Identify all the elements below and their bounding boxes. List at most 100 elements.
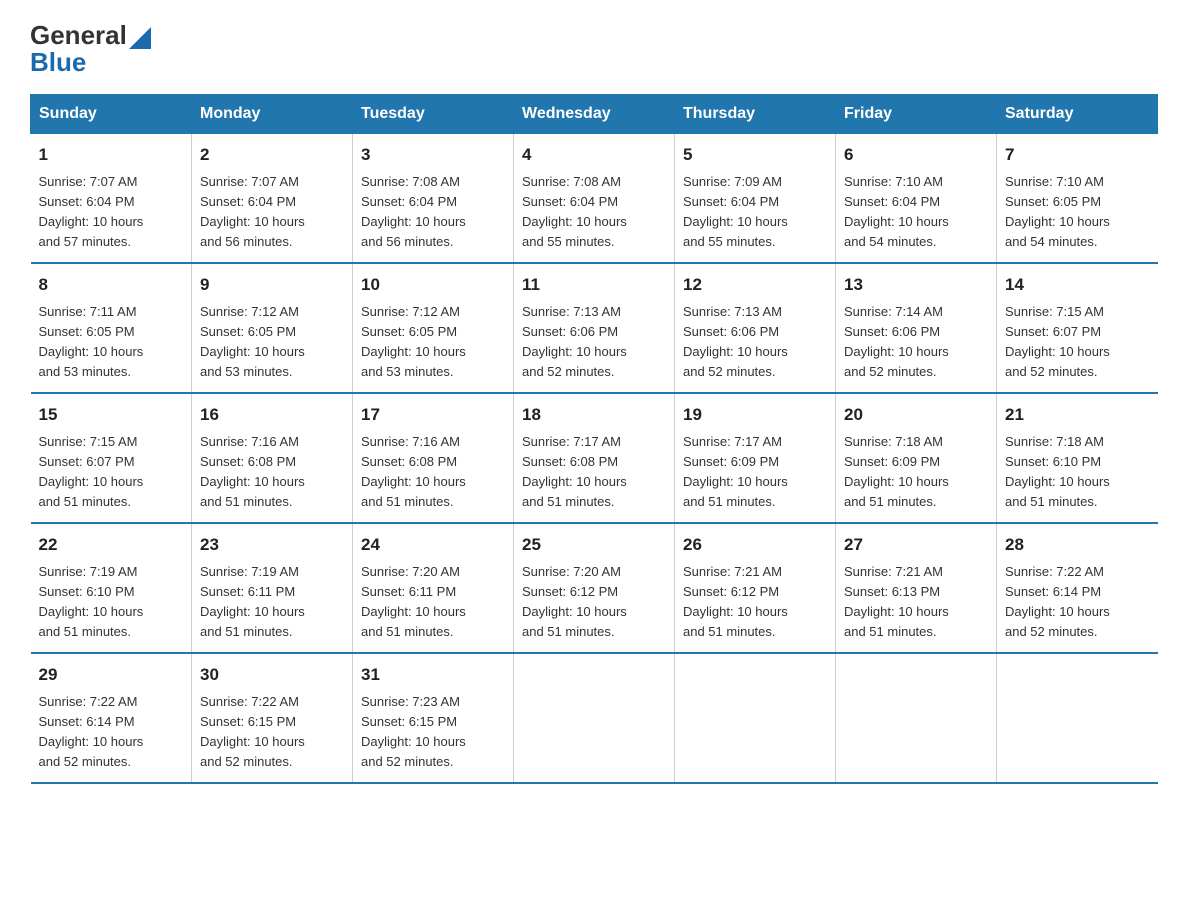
- day-info: Sunrise: 7:22 AMSunset: 6:14 PMDaylight:…: [39, 694, 144, 769]
- calendar-cell: 14 Sunrise: 7:15 AMSunset: 6:07 PMDayligh…: [997, 263, 1158, 393]
- day-info: Sunrise: 7:17 AMSunset: 6:08 PMDaylight:…: [522, 434, 627, 509]
- header-cell-wednesday: Wednesday: [514, 95, 675, 134]
- calendar-cell: 2 Sunrise: 7:07 AMSunset: 6:04 PMDaylight…: [192, 134, 353, 264]
- day-number: 14: [1005, 272, 1150, 298]
- calendar-cell: 27Sunrise: 7:21 AMSunset: 6:13 PMDayligh…: [836, 523, 997, 653]
- day-info: Sunrise: 7:20 AMSunset: 6:11 PMDaylight:…: [361, 564, 466, 639]
- calendar-cell: [514, 653, 675, 783]
- week-row-5: 29 Sunrise: 7:22 AMSunset: 6:14 PMDayligh…: [31, 653, 1158, 783]
- calendar-cell: 4 Sunrise: 7:08 AMSunset: 6:04 PMDaylight…: [514, 134, 675, 264]
- calendar-cell: 29 Sunrise: 7:22 AMSunset: 6:14 PMDayligh…: [31, 653, 192, 783]
- calendar-cell: 1 Sunrise: 7:07 AMSunset: 6:04 PMDaylight…: [31, 134, 192, 264]
- logo-triangle-icon: [129, 27, 151, 49]
- header-cell-tuesday: Tuesday: [353, 95, 514, 134]
- day-number: 11: [522, 272, 666, 298]
- day-info: Sunrise: 7:08 AMSunset: 6:04 PMDaylight:…: [522, 174, 627, 249]
- week-row-1: 1 Sunrise: 7:07 AMSunset: 6:04 PMDaylight…: [31, 134, 1158, 264]
- day-info: Sunrise: 7:12 AMSunset: 6:05 PMDaylight:…: [361, 304, 466, 379]
- calendar-cell: 8 Sunrise: 7:11 AMSunset: 6:05 PMDaylight…: [31, 263, 192, 393]
- calendar-cell: 13Sunrise: 7:14 AMSunset: 6:06 PMDayligh…: [836, 263, 997, 393]
- calendar-cell: 19 Sunrise: 7:17 AMSunset: 6:09 PMDayligh…: [675, 393, 836, 523]
- calendar-cell: 5 Sunrise: 7:09 AMSunset: 6:04 PMDaylight…: [675, 134, 836, 264]
- day-info: Sunrise: 7:18 AMSunset: 6:09 PMDaylight:…: [844, 434, 949, 509]
- day-info: Sunrise: 7:13 AMSunset: 6:06 PMDaylight:…: [683, 304, 788, 379]
- calendar-cell: [997, 653, 1158, 783]
- day-info: Sunrise: 7:21 AMSunset: 6:13 PMDaylight:…: [844, 564, 949, 639]
- day-number: 7: [1005, 142, 1150, 168]
- day-number: 28: [1005, 532, 1150, 558]
- header-cell-friday: Friday: [836, 95, 997, 134]
- calendar-cell: 3Sunrise: 7:08 AMSunset: 6:04 PMDaylight…: [353, 134, 514, 264]
- day-number: 19: [683, 402, 827, 428]
- day-info: Sunrise: 7:12 AMSunset: 6:05 PMDaylight:…: [200, 304, 305, 379]
- calendar-cell: 18 Sunrise: 7:17 AMSunset: 6:08 PMDayligh…: [514, 393, 675, 523]
- day-number: 26: [683, 532, 827, 558]
- day-info: Sunrise: 7:10 AMSunset: 6:05 PMDaylight:…: [1005, 174, 1110, 249]
- day-info: Sunrise: 7:16 AMSunset: 6:08 PMDaylight:…: [200, 434, 305, 509]
- day-number: 17: [361, 402, 505, 428]
- logo: General Blue: [30, 20, 151, 78]
- day-number: 24: [361, 532, 505, 558]
- calendar-cell: 6 Sunrise: 7:10 AMSunset: 6:04 PMDaylight…: [836, 134, 997, 264]
- calendar-cell: 12 Sunrise: 7:13 AMSunset: 6:06 PMDayligh…: [675, 263, 836, 393]
- day-info: Sunrise: 7:17 AMSunset: 6:09 PMDaylight:…: [683, 434, 788, 509]
- day-info: Sunrise: 7:22 AMSunset: 6:15 PMDaylight:…: [200, 694, 305, 769]
- calendar-body: 1 Sunrise: 7:07 AMSunset: 6:04 PMDaylight…: [31, 134, 1158, 784]
- week-row-3: 15 Sunrise: 7:15 AMSunset: 6:07 PMDayligh…: [31, 393, 1158, 523]
- calendar-cell: 21Sunrise: 7:18 AMSunset: 6:10 PMDayligh…: [997, 393, 1158, 523]
- day-info: Sunrise: 7:09 AMSunset: 6:04 PMDaylight:…: [683, 174, 788, 249]
- week-row-4: 22Sunrise: 7:19 AMSunset: 6:10 PMDayligh…: [31, 523, 1158, 653]
- day-number: 4: [522, 142, 666, 168]
- header-cell-monday: Monday: [192, 95, 353, 134]
- day-info: Sunrise: 7:07 AMSunset: 6:04 PMDaylight:…: [39, 174, 144, 249]
- calendar-cell: 30Sunrise: 7:22 AMSunset: 6:15 PMDayligh…: [192, 653, 353, 783]
- day-number: 10: [361, 272, 505, 298]
- day-number: 21: [1005, 402, 1150, 428]
- calendar-cell: [675, 653, 836, 783]
- day-info: Sunrise: 7:15 AMSunset: 6:07 PMDaylight:…: [1005, 304, 1110, 379]
- day-number: 2: [200, 142, 344, 168]
- calendar-cell: 10 Sunrise: 7:12 AMSunset: 6:05 PMDayligh…: [353, 263, 514, 393]
- day-number: 8: [39, 272, 184, 298]
- day-info: Sunrise: 7:10 AMSunset: 6:04 PMDaylight:…: [844, 174, 949, 249]
- day-number: 13: [844, 272, 988, 298]
- day-info: Sunrise: 7:07 AMSunset: 6:04 PMDaylight:…: [200, 174, 305, 249]
- day-number: 5: [683, 142, 827, 168]
- calendar-cell: 9 Sunrise: 7:12 AMSunset: 6:05 PMDaylight…: [192, 263, 353, 393]
- day-info: Sunrise: 7:22 AMSunset: 6:14 PMDaylight:…: [1005, 564, 1110, 639]
- day-number: 31: [361, 662, 505, 688]
- day-number: 1: [39, 142, 184, 168]
- calendar-cell: [836, 653, 997, 783]
- calendar-cell: 7 Sunrise: 7:10 AMSunset: 6:05 PMDaylight…: [997, 134, 1158, 264]
- calendar-cell: 28 Sunrise: 7:22 AMSunset: 6:14 PMDayligh…: [997, 523, 1158, 653]
- header-cell-sunday: Sunday: [31, 95, 192, 134]
- calendar-cell: 23 Sunrise: 7:19 AMSunset: 6:11 PMDayligh…: [192, 523, 353, 653]
- day-number: 18: [522, 402, 666, 428]
- day-info: Sunrise: 7:23 AMSunset: 6:15 PMDaylight:…: [361, 694, 466, 769]
- day-number: 29: [39, 662, 184, 688]
- day-info: Sunrise: 7:16 AMSunset: 6:08 PMDaylight:…: [361, 434, 466, 509]
- day-info: Sunrise: 7:21 AMSunset: 6:12 PMDaylight:…: [683, 564, 788, 639]
- day-number: 20: [844, 402, 988, 428]
- day-number: 12: [683, 272, 827, 298]
- header: General Blue: [30, 20, 1158, 78]
- calendar-cell: 11 Sunrise: 7:13 AMSunset: 6:06 PMDayligh…: [514, 263, 675, 393]
- calendar-cell: 31 Sunrise: 7:23 AMSunset: 6:15 PMDayligh…: [353, 653, 514, 783]
- day-info: Sunrise: 7:19 AMSunset: 6:11 PMDaylight:…: [200, 564, 305, 639]
- calendar-cell: 15 Sunrise: 7:15 AMSunset: 6:07 PMDayligh…: [31, 393, 192, 523]
- day-number: 23: [200, 532, 344, 558]
- calendar-table: SundayMondayTuesdayWednesdayThursdayFrid…: [30, 94, 1158, 784]
- day-number: 15: [39, 402, 184, 428]
- day-number: 9: [200, 272, 344, 298]
- calendar-cell: 20 Sunrise: 7:18 AMSunset: 6:09 PMDayligh…: [836, 393, 997, 523]
- calendar-header: SundayMondayTuesdayWednesdayThursdayFrid…: [31, 95, 1158, 134]
- day-info: Sunrise: 7:13 AMSunset: 6:06 PMDaylight:…: [522, 304, 627, 379]
- header-cell-thursday: Thursday: [675, 95, 836, 134]
- calendar-cell: 26 Sunrise: 7:21 AMSunset: 6:12 PMDayligh…: [675, 523, 836, 653]
- day-info: Sunrise: 7:15 AMSunset: 6:07 PMDaylight:…: [39, 434, 144, 509]
- day-number: 6: [844, 142, 988, 168]
- calendar-cell: 22Sunrise: 7:19 AMSunset: 6:10 PMDayligh…: [31, 523, 192, 653]
- calendar-cell: 17 Sunrise: 7:16 AMSunset: 6:08 PMDayligh…: [353, 393, 514, 523]
- day-info: Sunrise: 7:19 AMSunset: 6:10 PMDaylight:…: [39, 564, 144, 639]
- day-info: Sunrise: 7:11 AMSunset: 6:05 PMDaylight:…: [39, 304, 144, 379]
